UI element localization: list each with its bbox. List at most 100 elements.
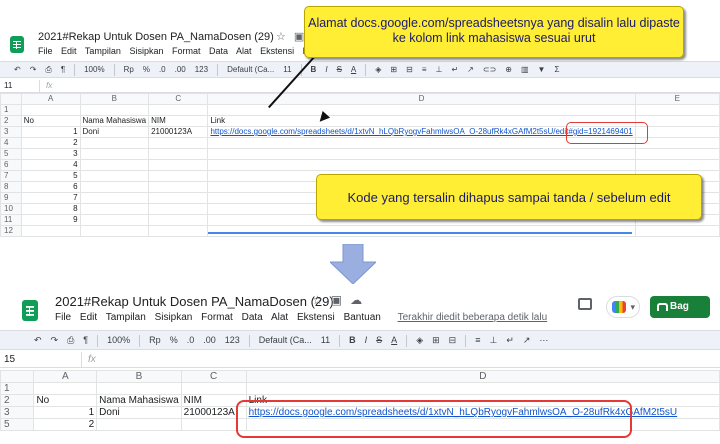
undo-icon[interactable]: ↶ xyxy=(14,62,21,77)
increase-decimal-button[interactable]: .00 xyxy=(175,62,186,77)
functions-icon[interactable]: Σ xyxy=(554,62,559,77)
row-header[interactable]: 1 xyxy=(0,104,22,116)
meet-button[interactable]: ▾ xyxy=(606,296,640,318)
cell-header-nama[interactable]: Nama Mahasiswa xyxy=(79,115,150,127)
cell-no[interactable]: 6 xyxy=(20,181,81,193)
cell[interactable] xyxy=(79,192,150,204)
column-header-d[interactable]: D xyxy=(245,370,720,383)
row-header[interactable]: 7 xyxy=(0,170,22,182)
cell[interactable] xyxy=(148,148,209,160)
cloud-status-icon[interactable]: ☁ xyxy=(350,293,362,307)
text-color-button[interactable]: A xyxy=(351,62,356,77)
move-folder-icon[interactable]: ▣ xyxy=(331,293,342,307)
rotate-icon[interactable]: ↗ xyxy=(523,331,531,349)
row-header[interactable]: 8 xyxy=(0,181,22,193)
number-format-button[interactable]: 123 xyxy=(225,331,240,349)
cell[interactable] xyxy=(634,225,720,237)
rotate-icon[interactable]: ↗ xyxy=(467,62,474,77)
column-header-b[interactable]: B xyxy=(96,370,182,383)
menu-file[interactable]: File xyxy=(38,46,53,56)
percent-button[interactable]: % xyxy=(170,331,178,349)
cell-no[interactable]: 5 xyxy=(20,170,81,182)
italic-button[interactable]: I xyxy=(325,62,327,77)
redo-icon[interactable]: ↷ xyxy=(51,331,59,349)
strikethrough-button[interactable]: S xyxy=(376,331,382,349)
cell-header-nim[interactable]: NIM xyxy=(148,115,209,127)
paint-format-icon[interactable]: ¶ xyxy=(83,331,88,349)
link-icon[interactable]: ⊂⊃ xyxy=(483,62,496,77)
cell[interactable] xyxy=(79,159,150,171)
share-button[interactable]: Bag xyxy=(650,296,710,318)
menu-insert[interactable]: Sisipkan xyxy=(155,312,193,323)
name-box[interactable]: 11 xyxy=(0,80,40,92)
row-header[interactable]: 10 xyxy=(0,203,22,215)
undo-icon[interactable]: ↶ xyxy=(34,331,42,349)
name-box[interactable]: 15 xyxy=(0,352,82,367)
zoom-select[interactable]: 100% xyxy=(107,331,130,349)
filter-icon[interactable]: ▼ xyxy=(538,62,546,77)
star-icon[interactable]: ☆ xyxy=(312,293,323,307)
document-title[interactable]: 2021#Rekap Untuk Dosen PA_NamaDosen (29) xyxy=(55,294,334,309)
more-icon[interactable]: ⋯ xyxy=(539,331,548,349)
cell[interactable] xyxy=(148,192,209,204)
fill-color-icon[interactable]: ◈ xyxy=(416,331,423,349)
cell-nama[interactable]: Doni xyxy=(96,406,182,419)
cell-header-no[interactable]: No xyxy=(20,115,81,127)
cell-no[interactable]: 2 xyxy=(33,418,98,431)
menu-help[interactable]: Bantuan xyxy=(344,312,381,323)
italic-button[interactable]: I xyxy=(365,331,368,349)
cell[interactable] xyxy=(148,170,209,182)
row-header[interactable]: 3 xyxy=(0,406,35,419)
row-header[interactable]: 11 xyxy=(0,214,22,226)
font-size-select[interactable]: 11 xyxy=(321,331,330,349)
row-header[interactable]: 2 xyxy=(0,115,22,127)
cell[interactable] xyxy=(96,418,182,431)
cell-no[interactable]: 1 xyxy=(20,126,81,138)
cell[interactable] xyxy=(148,104,209,116)
wrap-icon[interactable]: ↵ xyxy=(506,331,514,349)
align-icon[interactable]: ≡ xyxy=(475,331,480,349)
merge-icon[interactable]: ⊟ xyxy=(406,62,413,77)
menu-tools[interactable]: Alat xyxy=(236,46,252,56)
cell-header-nama[interactable]: Nama Mahasiswa xyxy=(96,394,182,407)
strikethrough-button[interactable]: S xyxy=(337,62,342,77)
cell-nim[interactable]: 21000123A xyxy=(148,126,209,138)
menu-format[interactable]: Format xyxy=(172,46,201,56)
bold-button[interactable]: B xyxy=(349,331,356,349)
cell[interactable] xyxy=(33,382,98,395)
menu-edit[interactable]: Edit xyxy=(61,46,77,56)
sheets-logo-icon[interactable] xyxy=(22,300,38,321)
text-color-button[interactable]: A xyxy=(391,331,397,349)
cell[interactable] xyxy=(148,137,209,149)
comment-icon[interactable]: ⊕ xyxy=(505,62,512,77)
cell[interactable] xyxy=(79,203,150,215)
menu-insert[interactable]: Sisipkan xyxy=(129,46,163,56)
menu-extensions[interactable]: Ekstensi xyxy=(260,46,294,56)
font-select[interactable]: Default (Ca... xyxy=(259,331,312,349)
cell[interactable] xyxy=(148,203,209,215)
column-header-a[interactable]: A xyxy=(20,93,81,105)
menu-edit[interactable]: Edit xyxy=(80,312,97,323)
row-header[interactable]: 3 xyxy=(0,126,22,138)
cell[interactable] xyxy=(180,382,247,395)
cell-header-no[interactable]: No xyxy=(33,394,98,407)
cell-no[interactable]: 4 xyxy=(20,159,81,171)
move-folder-icon[interactable]: ▣ xyxy=(294,31,304,43)
column-header-c[interactable]: C xyxy=(180,370,247,383)
cell-no[interactable]: 7 xyxy=(20,192,81,204)
font-select[interactable]: Default (Ca... xyxy=(227,62,274,77)
number-format-button[interactable]: 123 xyxy=(195,62,208,77)
cell[interactable] xyxy=(634,148,720,160)
menu-data[interactable]: Data xyxy=(209,46,228,56)
cell-no[interactable]: 8 xyxy=(20,203,81,215)
cell[interactable] xyxy=(79,214,150,226)
cell[interactable] xyxy=(207,225,636,237)
borders-icon[interactable]: ⊞ xyxy=(390,62,397,77)
column-header-e[interactable]: E xyxy=(634,93,720,105)
row-header[interactable]: 1 xyxy=(0,382,35,395)
cell[interactable] xyxy=(207,104,636,116)
cell-no[interactable]: 3 xyxy=(20,148,81,160)
cell[interactable] xyxy=(634,159,720,171)
cell[interactable] xyxy=(79,181,150,193)
cell[interactable] xyxy=(207,159,636,171)
